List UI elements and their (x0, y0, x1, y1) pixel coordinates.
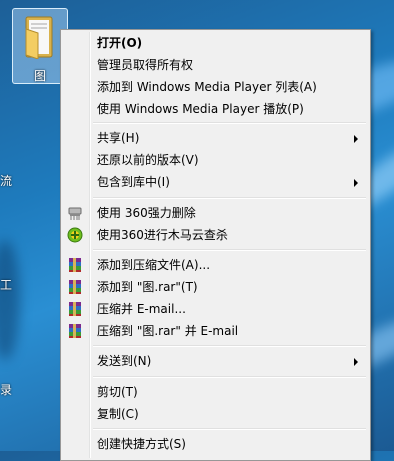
winrar-icon (69, 258, 81, 272)
wallpaper-streak (0, 240, 20, 360)
menu-item-label: 添加到 Windows Media Player 列表(A) (97, 80, 317, 94)
menu-item-take-ownership[interactable]: 管理员取得所有权 (63, 54, 368, 76)
menu-separator (93, 428, 366, 430)
menu-item-360-trojan-scan[interactable]: 使用360进行木马云查杀 (63, 224, 368, 246)
context-menu: 打开(O) 管理员取得所有权 添加到 Windows Media Player … (60, 29, 371, 461)
menu-item-compress-and-email[interactable]: 压缩并 E-mail... (63, 298, 368, 320)
shredder-icon (68, 207, 82, 220)
menu-item-send-to[interactable]: 发送到(N) (63, 350, 368, 372)
menu-item-add-to-archive[interactable]: 添加到压缩文件(A)... (63, 254, 368, 276)
menu-item-play-with-wmp[interactable]: 使用 Windows Media Player 播放(P) (63, 98, 368, 120)
desktop-icon-label-partial: 工 (0, 278, 13, 292)
menu-item-label: 压缩到 "图.rar" 并 E-mail (97, 324, 239, 338)
menu-item-label: 剪切(T) (97, 385, 138, 399)
menu-separator (93, 345, 366, 347)
menu-item-360-force-delete[interactable]: 使用 360强力删除 (63, 202, 368, 224)
menu-item-label: 共享(H) (97, 131, 140, 145)
menu-item-add-to-rar[interactable]: 添加到 "图.rar"(T) (63, 276, 368, 298)
desktop-folder-label: 图 (33, 69, 46, 83)
menu-item-label: 复制(C) (97, 407, 139, 421)
desktop-icon-label-partial: 流 (0, 174, 13, 188)
menu-item-label: 打开(O) (97, 36, 143, 50)
desktop-icon-label-partial: 录 (0, 383, 13, 397)
winrar-icon (69, 324, 81, 338)
submenu-arrow-icon (354, 358, 358, 366)
submenu-arrow-icon (354, 179, 358, 187)
menu-separator (93, 376, 366, 378)
menu-item-open[interactable]: 打开(O) (63, 32, 368, 54)
winrar-icon (69, 302, 81, 316)
menu-item-label: 压缩并 E-mail... (97, 302, 186, 316)
menu-item-label: 添加到压缩文件(A)... (97, 258, 211, 272)
winrar-icon (69, 280, 81, 294)
menu-item-add-to-wmp-list[interactable]: 添加到 Windows Media Player 列表(A) (63, 76, 368, 98)
menu-item-label: 添加到 "图.rar"(T) (97, 280, 198, 294)
menu-item-compress-to-rar-and-email[interactable]: 压缩到 "图.rar" 并 E-mail (63, 320, 368, 342)
folder-icon (25, 16, 53, 59)
menu-separator (93, 122, 366, 124)
menu-item-label: 使用360进行木马云查杀 (97, 228, 228, 242)
menu-item-label: 使用 Windows Media Player 播放(P) (97, 102, 304, 116)
menu-separator (93, 249, 366, 251)
menu-item-share[interactable]: 共享(H) (63, 127, 368, 149)
menu-item-create-shortcut[interactable]: 创建快捷方式(S) (63, 433, 368, 455)
submenu-arrow-icon (354, 135, 358, 143)
menu-item-include-in-library[interactable]: 包含到库中(I) (63, 171, 368, 193)
menu-item-restore-previous[interactable]: 还原以前的版本(V) (63, 149, 368, 171)
menu-item-label: 管理员取得所有权 (97, 58, 194, 72)
menu-item-label: 使用 360强力删除 (97, 206, 196, 220)
menu-item-copy[interactable]: 复制(C) (63, 403, 368, 425)
menu-item-label: 创建快捷方式(S) (97, 437, 186, 451)
menu-item-label: 发送到(N) (97, 354, 152, 368)
360-security-icon (67, 227, 83, 243)
menu-separator (93, 197, 366, 199)
menu-item-label: 还原以前的版本(V) (97, 153, 199, 167)
menu-item-cut[interactable]: 剪切(T) (63, 381, 368, 403)
menu-item-label: 包含到库中(I) (97, 175, 170, 189)
